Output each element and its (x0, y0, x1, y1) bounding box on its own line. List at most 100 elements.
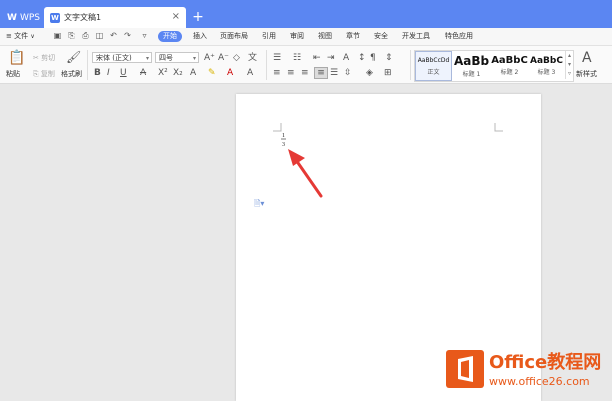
phonetic-guide-icon[interactable]: 文 (248, 53, 257, 63)
new-style-button[interactable]: 新样式 (576, 69, 597, 79)
copy-label: 复制 (40, 70, 55, 78)
close-tab-icon[interactable]: × (172, 11, 180, 22)
increase-indent-icon[interactable]: ⇥ (327, 53, 335, 63)
wps-tab-label: WPS (19, 13, 40, 23)
print-preview-icon[interactable]: ◫ (95, 31, 104, 40)
superscript-icon[interactable]: X² (158, 68, 168, 78)
char-shading-icon[interactable]: A (247, 68, 253, 78)
divider (87, 50, 88, 80)
strikethrough-icon[interactable]: A (140, 68, 146, 78)
chevron-down-icon: ▾ (192, 55, 196, 62)
document-tab-label: 文字文稿1 (64, 13, 102, 22)
save-icon[interactable]: ▣ (53, 31, 62, 40)
show-marks-icon[interactable]: ¶ (370, 53, 376, 63)
font-color-icon[interactable]: A (227, 68, 233, 78)
new-tab-button[interactable]: + (191, 8, 205, 26)
style-preview: AaBbC (530, 56, 563, 66)
style-heading-1[interactable]: AaBb 标题 1 (453, 51, 490, 79)
style-label: 正文 (427, 69, 440, 76)
cut-label: 剪切 (41, 54, 56, 62)
tab-page-layout[interactable]: 页面布局 (220, 31, 248, 42)
style-preview: AaBbC (491, 55, 528, 66)
file-menu[interactable]: ≡ 文件 ∨ (6, 31, 35, 42)
hamburger-icon: ≡ (6, 32, 12, 40)
styles-scroll[interactable]: ▴ ▾ ▿ (565, 51, 573, 79)
shrink-font-icon[interactable]: A⁻ (218, 53, 229, 63)
shading-icon[interactable]: ◈ (366, 68, 373, 78)
divider (410, 50, 411, 80)
paragraph-spacing-icon[interactable]: ⇳ (344, 68, 352, 78)
tab-start[interactable]: 开始 (158, 31, 182, 42)
new-style-icon[interactable]: A (582, 50, 592, 66)
copy-button[interactable]: ⎘ 复制 (33, 69, 55, 79)
writer-doc-icon: W (50, 12, 60, 23)
divider (266, 50, 267, 80)
chinese-layout-icon[interactable]: A (343, 53, 349, 63)
font-size-select[interactable]: 四号 ▾ (155, 52, 199, 63)
office-logo-icon (458, 356, 473, 382)
redo-icon[interactable]: ↷ (123, 31, 132, 40)
paragraph-marker-icon[interactable]: 🗎▾ (254, 198, 264, 212)
red-arrow-shaft (294, 158, 323, 198)
fraction-denominator: 3 (282, 142, 285, 148)
tab-special-apps[interactable]: 特色应用 (445, 31, 473, 42)
style-label: 标题 1 (462, 71, 481, 78)
style-label: 标题 3 (537, 69, 556, 76)
underline-icon[interactable]: U (120, 68, 127, 78)
tab-security[interactable]: 安全 (374, 31, 388, 42)
font-size-value: 四号 (159, 54, 173, 62)
format-painter-icon[interactable]: 🖌 (66, 51, 81, 63)
borders-icon[interactable]: ⊞ (384, 68, 392, 78)
tab-references[interactable]: 引用 (262, 31, 276, 42)
tab-developer[interactable]: 开发工具 (402, 31, 430, 42)
style-normal[interactable]: AaBbCcDd 正文 (415, 51, 452, 81)
subscript-icon[interactable]: X₂ (173, 68, 183, 78)
margin-corner-top-right (494, 123, 503, 132)
menu-bar: ≡ 文件 ∨ ▣ ⎘ ⎙ ◫ ↶ ↷ ▿ 开始 插入 页面布局 引用 审阅 视图… (0, 28, 612, 46)
export-pdf-icon[interactable]: ⎘ (67, 31, 76, 40)
style-preview: AaBbCcDd (417, 57, 450, 64)
tab-review[interactable]: 审阅 (290, 31, 304, 42)
watermark-title: Office教程网 (489, 352, 602, 373)
line-spacing-icon[interactable]: ⇕ (385, 53, 393, 63)
tab-insert[interactable]: 插入 (193, 31, 207, 42)
clear-format-icon[interactable]: ◇ (233, 53, 240, 63)
style-label: 标题 2 (500, 69, 519, 76)
tab-chapter[interactable]: 章节 (346, 31, 360, 42)
decrease-indent-icon[interactable]: ⇤ (313, 53, 321, 63)
tab-view[interactable]: 视图 (318, 31, 332, 42)
style-preview: AaBb (453, 54, 490, 68)
font-name-value: 宋体 (正文) (96, 54, 132, 62)
bold-icon[interactable]: B (94, 68, 101, 78)
print-icon[interactable]: ⎙ (81, 31, 90, 40)
grow-font-icon[interactable]: A⁺ (204, 53, 215, 63)
document-tab[interactable]: W 文字文稿1 × (44, 7, 186, 28)
sort-icon[interactable]: ↕ (358, 53, 366, 63)
red-arrow-head (288, 149, 305, 166)
paste-icon[interactable]: 📋 (8, 51, 25, 65)
wps-home-tab[interactable]: W WPS (0, 8, 44, 28)
undo-icon[interactable]: ↶ (109, 31, 118, 40)
italic-icon[interactable]: I (107, 68, 110, 78)
style-heading-2[interactable]: AaBbC 标题 2 (491, 51, 528, 79)
justify-icon[interactable]: ≡ (314, 67, 328, 79)
styles-gallery: AaBbCcDd 正文 AaBb 标题 1 AaBbC 标题 2 AaBbC 标… (414, 50, 574, 82)
align-center-icon[interactable]: ≡ (287, 68, 295, 78)
fraction-numerator: 1 (282, 133, 285, 139)
office-logo (446, 350, 484, 388)
format-painter-button[interactable]: 格式刷 (61, 69, 82, 79)
paste-button[interactable]: 粘贴 (6, 69, 20, 79)
font-name-select[interactable]: 宋体 (正文) ▾ (92, 52, 152, 63)
file-menu-label: 文件 (14, 32, 29, 40)
cut-button[interactable]: ✂ 剪切 (33, 53, 55, 63)
highlight-icon[interactable]: ✎ (208, 68, 216, 78)
text-effect-icon[interactable]: A (190, 68, 196, 78)
customize-qat-icon[interactable]: ▿ (140, 31, 149, 40)
align-left-icon[interactable]: ≡ (273, 68, 281, 78)
bullets-icon[interactable]: ☰ (273, 53, 281, 63)
chevron-down-icon: ▾ (145, 55, 149, 62)
align-right-icon[interactable]: ≡ (301, 68, 309, 78)
style-heading-3[interactable]: AaBbC 标题 3 (528, 51, 565, 79)
numbering-icon[interactable]: ☷ (293, 53, 301, 63)
distributed-icon[interactable]: ☰ (330, 68, 338, 78)
